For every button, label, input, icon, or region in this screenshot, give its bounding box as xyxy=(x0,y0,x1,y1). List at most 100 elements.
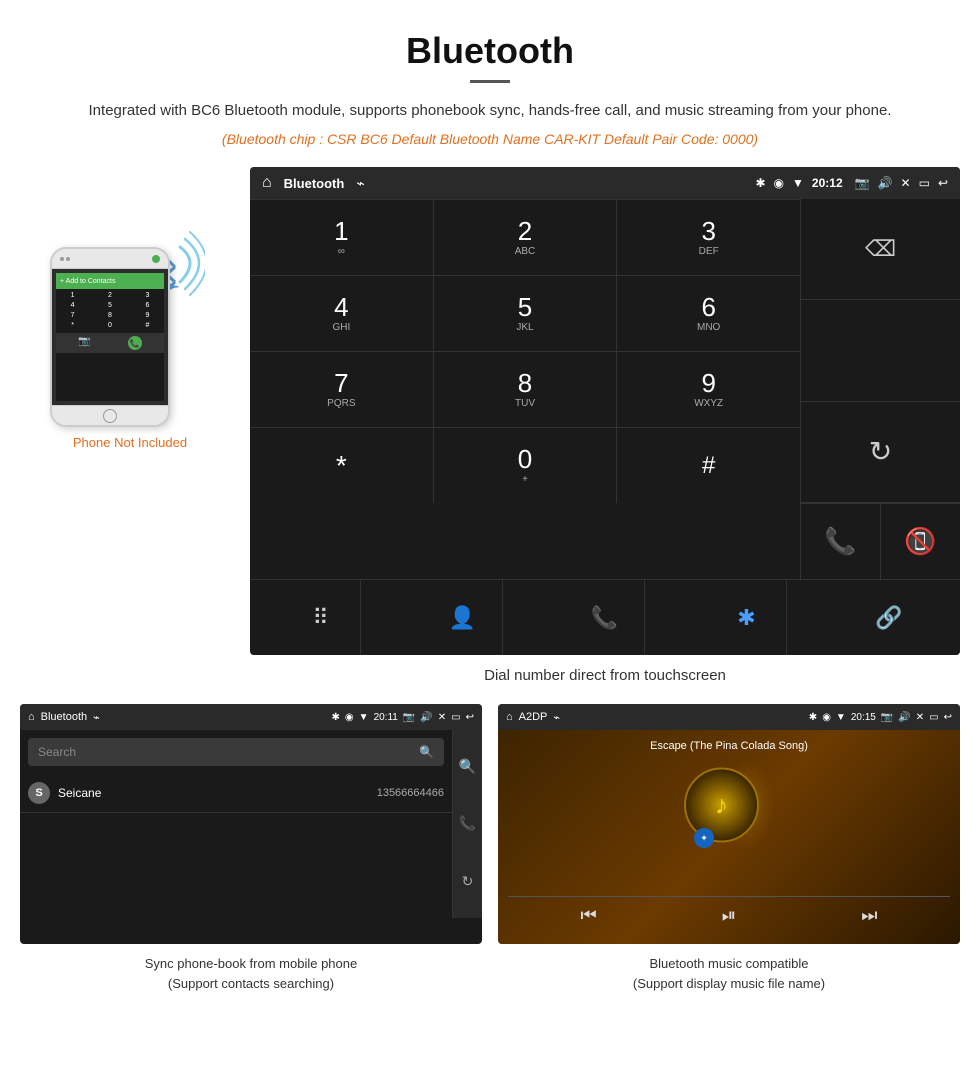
dial-num-1: 1 xyxy=(334,218,348,244)
phone-not-included-label: Phone Not Included xyxy=(73,435,187,450)
dial-key-0[interactable]: 0 + xyxy=(434,428,618,503)
action-bar: ⠿ 👤 📞 ✱ 🔗 xyxy=(250,579,960,655)
right-empty-1 xyxy=(801,300,960,401)
dial-num-3: 3 xyxy=(701,218,715,244)
phone-key-2: 2 xyxy=(95,291,124,300)
music-cam-icon: 📷 xyxy=(881,712,893,723)
phone-key-hash: # xyxy=(133,321,162,330)
phone-call-button: 📞 xyxy=(128,336,142,350)
music-caption: Bluetooth music compatible (Support disp… xyxy=(633,954,825,993)
pb-refresh-icon[interactable]: ↻ xyxy=(462,873,474,890)
settings-link-icon: 🔗 xyxy=(875,605,902,631)
dialpad-row-4: * 0 + # xyxy=(250,427,800,503)
contact-avatar: S xyxy=(28,782,50,804)
mini-close-icon: ✕ xyxy=(438,712,446,723)
backspace-icon: ⌫ xyxy=(865,236,896,262)
end-call-button[interactable]: 📵 xyxy=(881,504,960,579)
search-placeholder: Search xyxy=(38,745,76,759)
car-screen-dialpad: ⌂ Bluetooth ⌁ ✱ ◉ ▼ 20:12 📷 🔊 ✕ ▭ ↩ xyxy=(250,167,960,655)
status-bar-title: Bluetooth xyxy=(284,176,345,191)
phone-screen-inner: + Add to Contacts 1 2 3 4 5 6 xyxy=(56,273,164,401)
phone-screen-bar: + Add to Contacts xyxy=(56,273,164,289)
dial-key-star[interactable]: * xyxy=(250,428,434,503)
usb-icon: ⌁ xyxy=(356,175,364,192)
contact-item[interactable]: S Seicane 13566664466 xyxy=(20,774,452,813)
backspace-area[interactable]: ⌫ xyxy=(801,199,960,300)
phone-dialpad: 1 2 3 4 5 6 7 8 xyxy=(56,289,164,333)
contact-name: Seicane xyxy=(58,786,101,800)
phonebook-search[interactable]: Search 🔍 xyxy=(28,738,444,766)
phonebook-caption: Sync phone-book from mobile phone (Suppo… xyxy=(145,954,357,993)
play-pause-button[interactable]: ⏯ xyxy=(722,905,736,926)
pb-search-icon[interactable]: 🔍 xyxy=(459,758,476,775)
bluetooth-phone-illustration: ✦ xyxy=(50,227,210,427)
music-title-bar: A2DP xyxy=(519,711,548,723)
dialpad-button[interactable]: ⠿ xyxy=(281,580,361,656)
bluetooth-button[interactable]: ✱ xyxy=(707,580,787,656)
dial-key-hash[interactable]: # xyxy=(617,428,800,503)
dial-key-2[interactable]: 2 ABC xyxy=(434,200,618,275)
dial-key-5[interactable]: 5 JKL xyxy=(434,276,618,351)
dialpad-row-3: 7 PQRS 8 TUV 9 WXYZ xyxy=(250,351,800,427)
phonebook-status-right: ✱ ◉ ▼ 20:11 📷 🔊 ✕ ▭ ↩ xyxy=(332,712,474,723)
phonebook-body: Search 🔍 S Seicane 13566664466 🔍 📞 ↻ xyxy=(20,730,482,944)
search-icon: 🔍 xyxy=(419,745,434,759)
music-caption-line1: Bluetooth music compatible xyxy=(650,956,809,971)
music-caption-line2: (Support display music file name) xyxy=(633,976,825,991)
volume-icon: 🔊 xyxy=(878,176,893,190)
back-icon: ↩ xyxy=(938,176,948,190)
music-time: 20:15 xyxy=(851,712,876,723)
dialpad-row-1: 1 ∞ 2 ABC 3 DEF xyxy=(250,199,800,275)
next-track-button[interactable]: ⏭ xyxy=(861,905,877,926)
dial-num-star: * xyxy=(336,452,347,480)
call-button[interactable]: 📞 xyxy=(801,504,881,579)
dial-num-5: 5 xyxy=(518,294,532,320)
recent-calls-icon: 📞 xyxy=(591,605,618,631)
dial-key-1[interactable]: 1 ∞ xyxy=(250,200,434,275)
dial-key-3[interactable]: 3 DEF xyxy=(617,200,800,275)
dial-num-8: 8 xyxy=(518,370,532,396)
music-bt-badge-icon: ✦ xyxy=(700,833,708,844)
camera-icon: 📷 xyxy=(855,176,870,190)
phone-dial-row: * 0 # xyxy=(58,321,162,330)
dialpad-right-panel: ⌫ ↻ 📞 📵 xyxy=(800,199,960,579)
mini-home-icon: ⌂ xyxy=(28,711,35,723)
screen-caption: Dial number direct from touchscreen xyxy=(250,667,960,684)
contact-initial: S xyxy=(35,787,42,799)
dial-key-9[interactable]: 9 WXYZ xyxy=(617,352,800,427)
home-icon: ⌂ xyxy=(262,174,272,192)
mini-vol-icon: 🔊 xyxy=(420,712,432,723)
phone-key-4: 4 xyxy=(58,301,87,310)
music-status-right: ✱ ◉ ▼ 20:15 📷 🔊 ✕ ▭ ↩ xyxy=(809,712,952,723)
phone-key-7: 7 xyxy=(58,311,87,320)
phone-key-3: 3 xyxy=(133,291,162,300)
contacts-button[interactable]: 👤 xyxy=(423,580,503,656)
music-screen: ⌂ A2DP ⌁ ✱ ◉ ▼ 20:15 📷 🔊 ✕ ▭ ↩ Escape (T… xyxy=(498,704,960,944)
music-body: Escape (The Pina Colada Song) ♪ ✦ ⏮ ⏯ ⏭ xyxy=(498,730,960,944)
bottom-screens: ⌂ Bluetooth ⌁ ✱ ◉ ▼ 20:11 📷 🔊 ✕ ▭ ↩ xyxy=(0,704,980,993)
phonebook-block: ⌂ Bluetooth ⌁ ✱ ◉ ▼ 20:11 📷 🔊 ✕ ▭ ↩ xyxy=(20,704,482,993)
phone-status-dot xyxy=(152,255,160,263)
redial-button[interactable]: ↻ xyxy=(801,402,960,503)
settings-button[interactable]: 🔗 xyxy=(849,580,929,656)
phonebook-caption-line1: Sync phone-book from mobile phone xyxy=(145,956,357,971)
phone-dial-row: 1 2 3 xyxy=(58,291,162,300)
dial-key-8[interactable]: 8 TUV xyxy=(434,352,618,427)
bluetooth-status-icon: ✱ xyxy=(755,176,765,190)
dial-key-4[interactable]: 4 GHI xyxy=(250,276,434,351)
status-bar: ⌂ Bluetooth ⌁ ✱ ◉ ▼ 20:12 📷 🔊 ✕ ▭ ↩ xyxy=(250,167,960,199)
dial-num-0: 0 xyxy=(518,446,532,472)
music-album-art: ♪ ✦ xyxy=(684,760,774,850)
music-status-bar: ⌂ A2DP ⌁ ✱ ◉ ▼ 20:15 📷 🔊 ✕ ▭ ↩ xyxy=(498,704,960,730)
phone-dot xyxy=(66,257,70,261)
dial-letters-3: DEF xyxy=(699,246,719,257)
phonebook-caption-line2: (Support contacts searching) xyxy=(168,976,334,991)
dial-key-6[interactable]: 6 MNO xyxy=(617,276,800,351)
prev-track-button[interactable]: ⏮ xyxy=(581,905,597,926)
recent-calls-button[interactable]: 📞 xyxy=(565,580,645,656)
dial-letters-5: JKL xyxy=(516,322,533,333)
pb-call-icon[interactable]: 📞 xyxy=(459,815,476,832)
phone-mockup-top xyxy=(52,249,168,269)
dial-key-7[interactable]: 7 PQRS xyxy=(250,352,434,427)
signal-icon: ▼ xyxy=(792,176,804,190)
